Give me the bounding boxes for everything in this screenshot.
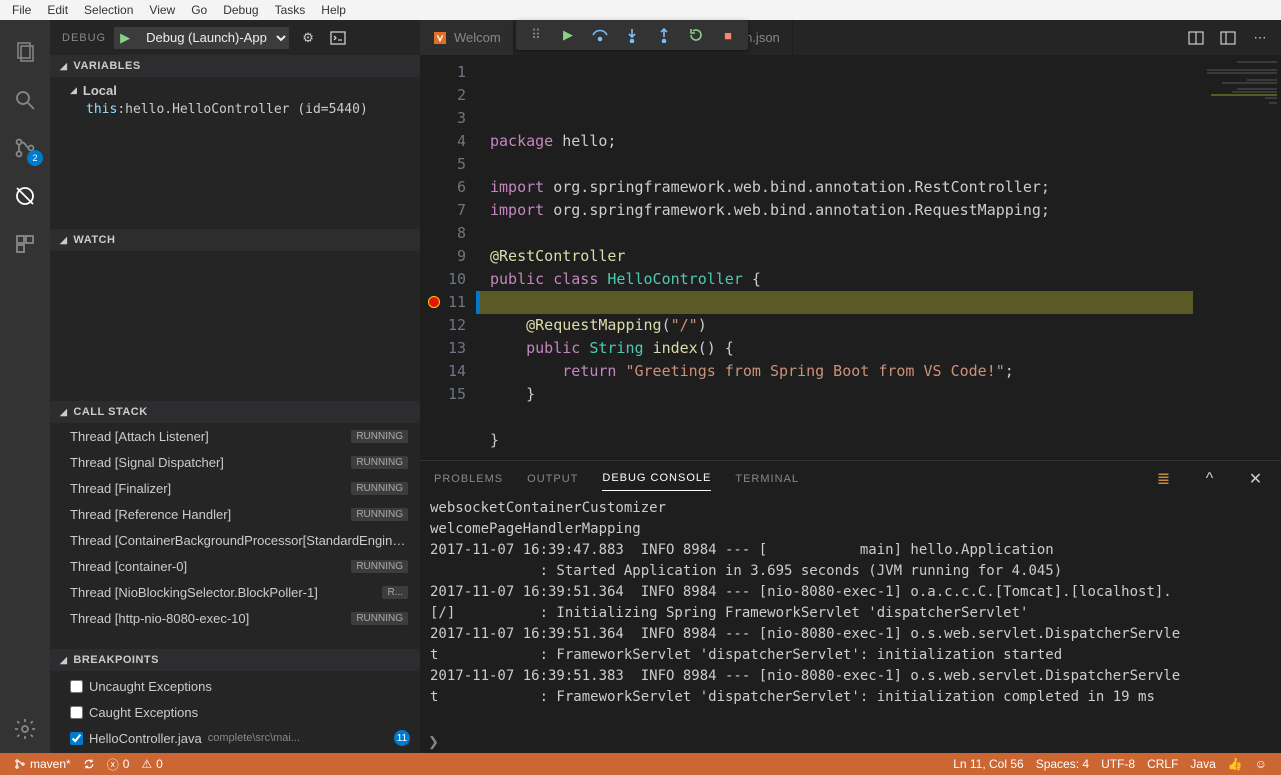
tab-problems[interactable]: PROBLEMS xyxy=(434,467,503,491)
bp-uncaught-check[interactable] xyxy=(70,680,83,693)
debug-config-select[interactable]: Debug (Launch)-App xyxy=(136,27,289,49)
explorer-icon[interactable] xyxy=(1,28,49,76)
variable-this[interactable]: this: hello.HelloController (id=5440) xyxy=(50,100,420,119)
debug-console-toggle-icon[interactable] xyxy=(327,27,349,49)
debug-console-output[interactable]: websocketContainerCustomizer welcomePage… xyxy=(420,496,1281,731)
stack-thread[interactable]: Thread [ContainerBackgroundProcessor[Sta… xyxy=(50,527,420,553)
stack-thread[interactable]: Thread [Signal Dispatcher]RUNNING xyxy=(50,449,420,475)
menu-debug[interactable]: Debug xyxy=(215,2,266,18)
menu-selection[interactable]: Selection xyxy=(76,2,141,18)
menu-go[interactable]: Go xyxy=(183,2,215,18)
menubar: FileEditSelectionViewGoDebugTasksHelp xyxy=(0,0,1281,20)
stack-thread[interactable]: Thread [NioBlockingSelector.BlockPoller-… xyxy=(50,579,420,605)
bp-caught-check[interactable] xyxy=(70,706,83,719)
bp-caught[interactable]: Caught Exceptions xyxy=(50,699,420,725)
tab-debug-console[interactable]: DEBUG CONSOLE xyxy=(602,466,711,491)
editor-group: Welcom ⠿ ▶ ■ { }launch.json ⋯ 1234567891… xyxy=(420,20,1281,753)
search-icon[interactable] xyxy=(1,76,49,124)
code-area[interactable]: package hello; import org.springframewor… xyxy=(480,55,1281,460)
debug-sidebar: DEBUG ▶ Debug (Launch)-App ⚙ ◢VARIABLES … xyxy=(50,20,420,753)
editor-tabs: Welcom ⠿ ▶ ■ { }launch.json ⋯ xyxy=(420,20,1281,55)
layout-icon[interactable] xyxy=(1217,27,1239,49)
code-editor[interactable]: 123456789101112131415 package hello; imp… xyxy=(420,55,1281,460)
step-out-button[interactable] xyxy=(650,23,678,47)
status-branch[interactable]: maven* xyxy=(8,753,77,775)
panel-close-icon[interactable]: ✕ xyxy=(1245,468,1267,490)
status-warnings[interactable]: ⚠ 0 xyxy=(135,753,168,775)
tab-welcome[interactable]: Welcom xyxy=(420,20,514,55)
status-ln-col[interactable]: Ln 11, Col 56 xyxy=(947,757,1030,771)
extensions-icon[interactable] xyxy=(1,220,49,268)
menu-file[interactable]: File xyxy=(4,2,39,18)
tab-output[interactable]: OUTPUT xyxy=(527,467,578,491)
stack-thread[interactable]: Thread [http-nio-8080-exec-10]RUNNING xyxy=(50,605,420,631)
more-icon[interactable]: ⋯ xyxy=(1249,27,1271,49)
debug-toolbar[interactable]: ⠿ ▶ ■ xyxy=(516,20,748,50)
breakpoint-marker[interactable] xyxy=(428,296,440,308)
status-feedback-icon[interactable]: 👍 xyxy=(1222,757,1249,771)
variables-header[interactable]: ◢VARIABLES xyxy=(50,55,420,77)
debug-console-input[interactable]: ❯ xyxy=(420,731,1281,753)
split-editor-icon[interactable] xyxy=(1185,27,1207,49)
stack-thread[interactable]: Thread [container-0]RUNNING xyxy=(50,553,420,579)
execution-highlight xyxy=(480,291,1193,314)
status-eol[interactable]: CRLF xyxy=(1141,757,1184,771)
activity-bar: 2 xyxy=(0,20,50,753)
sidebar-title: DEBUG xyxy=(62,32,106,44)
callstack-header[interactable]: ◢CALL STACK xyxy=(50,401,420,423)
watch-body xyxy=(50,251,420,401)
bottom-panel: PROBLEMS OUTPUT DEBUG CONSOLE TERMINAL ≣… xyxy=(420,460,1281,753)
watch-header[interactable]: ◢WATCH xyxy=(50,229,420,251)
menu-view[interactable]: View xyxy=(141,2,183,18)
drag-handle-icon[interactable]: ⠿ xyxy=(522,23,550,47)
scm-badge: 2 xyxy=(27,150,43,166)
scope-local[interactable]: ◢Local xyxy=(50,81,420,100)
variables-body: ◢Local this: hello.HelloController (id=5… xyxy=(50,77,420,229)
settings-icon[interactable] xyxy=(1,705,49,753)
bp-file[interactable]: HelloController.javacomplete\src\mai...1… xyxy=(50,725,420,751)
menu-tasks[interactable]: Tasks xyxy=(267,2,314,18)
bp-uncaught[interactable]: Uncaught Exceptions xyxy=(50,673,420,699)
menu-edit[interactable]: Edit xyxy=(39,2,76,18)
debug-icon[interactable] xyxy=(1,172,49,220)
status-errors[interactable]: ⓧ 0 xyxy=(101,753,136,775)
tab-terminal[interactable]: TERMINAL xyxy=(735,467,799,491)
scm-icon[interactable]: 2 xyxy=(1,124,49,172)
line-gutter: 123456789101112131415 xyxy=(420,55,480,460)
clear-console-icon[interactable]: ≣ xyxy=(1153,468,1175,490)
configure-gear-icon[interactable]: ⚙ xyxy=(297,27,319,49)
cursor-indicator xyxy=(476,291,480,314)
stack-thread[interactable]: Thread [Finalizer]RUNNING xyxy=(50,475,420,501)
sidebar-header: DEBUG ▶ Debug (Launch)-App ⚙ xyxy=(50,20,420,55)
panel-tabs: PROBLEMS OUTPUT DEBUG CONSOLE TERMINAL ≣… xyxy=(420,461,1281,496)
status-smiley-icon[interactable]: ☺ xyxy=(1249,757,1273,771)
breakpoints-body: Uncaught Exceptions Caught Exceptions He… xyxy=(50,671,420,753)
status-sync[interactable] xyxy=(77,753,101,775)
step-over-button[interactable] xyxy=(586,23,614,47)
restart-button[interactable] xyxy=(682,23,710,47)
status-lang[interactable]: Java xyxy=(1184,757,1221,771)
bp-file-check[interactable] xyxy=(70,732,83,745)
status-encoding[interactable]: UTF-8 xyxy=(1095,757,1141,771)
breakpoints-header[interactable]: ◢BREAKPOINTS xyxy=(50,649,420,671)
start-debug-button[interactable]: ▶ xyxy=(114,27,136,49)
minimap[interactable] xyxy=(1193,55,1281,460)
panel-collapse-icon[interactable]: ^ xyxy=(1199,468,1221,490)
stop-button[interactable]: ■ xyxy=(714,23,742,47)
bp-line-badge: 11 xyxy=(394,730,410,746)
status-bar: maven* ⓧ 0 ⚠ 0 Ln 11, Col 56 Spaces: 4 U… xyxy=(0,753,1281,775)
continue-button[interactable]: ▶ xyxy=(554,23,582,47)
menu-help[interactable]: Help xyxy=(313,2,354,18)
stack-thread[interactable]: Thread [Attach Listener]RUNNING xyxy=(50,423,420,449)
callstack-body: Thread [Attach Listener]RUNNINGThread [S… xyxy=(50,423,420,649)
status-spaces[interactable]: Spaces: 4 xyxy=(1030,757,1095,771)
step-into-button[interactable] xyxy=(618,23,646,47)
stack-thread[interactable]: Thread [Reference Handler]RUNNING xyxy=(50,501,420,527)
